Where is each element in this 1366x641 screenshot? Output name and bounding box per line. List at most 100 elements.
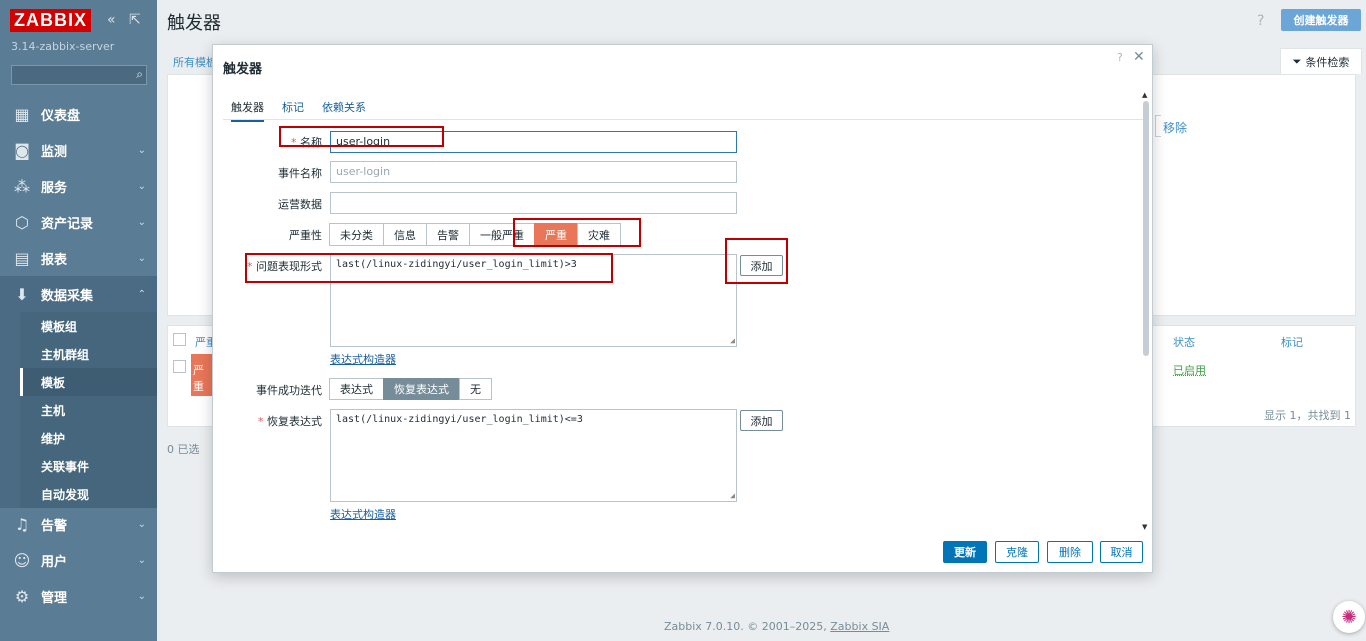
sub-discovery[interactable]: 自动发现 <box>20 480 157 508</box>
severity-not-classified[interactable]: 未分类 <box>329 223 384 246</box>
expression-constructor-link[interactable]: 表达式构造器 <box>330 351 396 367</box>
assistant-brain-icon[interactable]: ✺ <box>1333 601 1365 633</box>
filter-input-edge <box>1155 115 1161 137</box>
nav-data-collection[interactable]: ⬇ 数据采集 ⌃ <box>0 276 157 312</box>
sub-maintenance[interactable]: 维护 <box>20 424 157 452</box>
row-checkbox[interactable] <box>173 360 186 373</box>
nav-label: 报表 <box>41 252 68 268</box>
collapse-sidebar-icon[interactable]: « <box>107 12 116 28</box>
filter-icon: ⏷ <box>1292 54 1302 68</box>
trigger-dialog: 触发器 ? ✕ 触发器 标记 依赖关系 ▲ ▼ * 名称 user-login … <box>212 44 1153 573</box>
select-all-checkbox[interactable] <box>173 333 186 346</box>
breadcrumb[interactable]: 所有模板 <box>173 54 217 70</box>
dialog-scrollbar[interactable]: ▲ ▼ <box>1142 91 1150 535</box>
nav-label: 服务 <box>41 180 68 196</box>
ok-event-recovery-expression[interactable]: 恢复表达式 <box>383 378 460 400</box>
nav-label: 资产记录 <box>41 216 94 232</box>
opdata-input[interactable] <box>330 192 737 214</box>
col-tags: 标记 <box>1281 336 1303 349</box>
tab-dependencies[interactable]: 依赖关系 <box>322 99 366 115</box>
nav-reports[interactable]: ▤ 报表 ⌄ <box>0 240 157 276</box>
nav-alerts[interactable]: ♫ 告警 ⌄ <box>0 506 157 542</box>
event-name-label: 事件名称 <box>278 167 322 180</box>
severity-information[interactable]: 信息 <box>383 223 427 246</box>
highlight-expression-box <box>245 253 613 283</box>
sub-template-groups[interactable]: 模板组 <box>20 312 157 340</box>
dialog-title: 触发器 <box>223 62 263 77</box>
administration-icon: ⚙ <box>14 586 30 606</box>
nav-label: 管理 <box>41 590 68 606</box>
ok-event-label: 事件成功迭代 <box>256 384 322 397</box>
status-enabled-link[interactable]: 已启用 <box>1173 362 1206 378</box>
dialog-help-icon[interactable]: ? <box>1117 51 1123 64</box>
monitoring-icon: ◙ <box>14 140 30 160</box>
highlight-add-box <box>725 238 788 284</box>
recovery-label: * 恢复表达式 <box>258 415 322 428</box>
remove-link[interactable]: 移除 <box>1163 119 1187 136</box>
ok-event-selector: 表达式 恢复表达式 无 <box>329 378 492 400</box>
filter-tab[interactable]: ⏷ 条件检索 <box>1280 48 1362 74</box>
page-header: 触发器 ? 创建触发器 <box>157 0 1366 40</box>
kiosk-mode-icon[interactable]: ⇱ <box>129 12 141 28</box>
tab-tags[interactable]: 标记 <box>282 99 304 115</box>
chevron-down-icon: ⌄ <box>137 590 146 602</box>
nav-label: 告警 <box>41 518 68 534</box>
create-trigger-button[interactable]: 创建触发器 <box>1281 9 1361 31</box>
highlight-severity-box <box>513 218 641 247</box>
selected-count: 0 已选 <box>167 443 200 456</box>
footer-company-link[interactable]: Zabbix SIA <box>830 620 889 633</box>
nav-label: 仪表盘 <box>41 108 81 124</box>
reports-icon: ▤ <box>14 248 30 268</box>
update-button[interactable]: 更新 <box>943 541 987 563</box>
sub-templates[interactable]: 模板 <box>20 368 157 396</box>
sidebar-search-input[interactable]: ⌕ <box>11 65 147 85</box>
scroll-up-icon[interactable]: ▲ <box>1142 91 1147 99</box>
chevron-down-icon: ⌄ <box>137 180 146 192</box>
resize-grip-icon[interactable]: ◢ <box>730 491 735 500</box>
resize-grip-icon[interactable]: ◢ <box>730 336 735 345</box>
cancel-button[interactable]: 取消 <box>1100 541 1143 563</box>
clone-button[interactable]: 克隆 <box>995 541 1039 563</box>
col-status[interactable]: 状态 <box>1173 334 1195 350</box>
scroll-thumb[interactable] <box>1143 101 1149 356</box>
recovery-textarea[interactable]: last(/linux-zidingyi/user_login_limit)<=… <box>330 409 737 502</box>
recovery-add-button[interactable]: 添加 <box>740 410 783 431</box>
scroll-down-icon[interactable]: ▼ <box>1142 523 1147 531</box>
nav-administration[interactable]: ⚙ 管理 ⌄ <box>0 578 157 614</box>
event-name-input[interactable]: user-login <box>330 161 737 183</box>
nav-users[interactable]: ☺ 用户 ⌄ <box>0 542 157 578</box>
footer: Zabbix 7.0.10. © 2001–2025, Zabbix SIA <box>664 620 889 633</box>
severity-label: 严重性 <box>289 229 322 242</box>
sub-event-correlation[interactable]: 关联事件 <box>20 452 157 480</box>
nav-inventory[interactable]: ⬡ 资产记录 ⌄ <box>0 204 157 240</box>
chevron-up-icon: ⌃ <box>137 288 146 300</box>
users-icon: ☺ <box>13 550 31 570</box>
search-icon[interactable]: ⌕ <box>136 67 143 82</box>
sub-hosts[interactable]: 主机 <box>20 396 157 424</box>
submenu-rail <box>0 312 20 508</box>
severity-warning[interactable]: 告警 <box>426 223 470 246</box>
zabbix-logo[interactable]: ZABBIX <box>10 9 91 32</box>
highlight-name-box <box>279 126 444 147</box>
alerts-icon: ♫ <box>14 514 30 534</box>
dashboard-icon: ▦ <box>14 104 30 124</box>
nav-dashboard[interactable]: ▦ 仪表盘 <box>0 96 157 132</box>
ok-event-expression[interactable]: 表达式 <box>329 378 384 400</box>
page-title: 触发器 <box>167 13 221 34</box>
recovery-text: last(/linux-zidingyi/user_login_limit)<=… <box>336 414 583 425</box>
help-icon[interactable]: ? <box>1257 13 1264 29</box>
delete-button[interactable]: 删除 <box>1047 541 1093 563</box>
sub-host-groups[interactable]: 主机群组 <box>20 340 157 368</box>
chevron-down-icon: ⌄ <box>137 554 146 566</box>
chevron-down-icon: ⌄ <box>137 144 146 156</box>
recovery-constructor-link[interactable]: 表达式构造器 <box>330 506 396 522</box>
ok-event-none[interactable]: 无 <box>459 378 492 400</box>
sidebar: ZABBIX « ⇱ 3.14-zabbix-server ⌕ ▦ 仪表盘 ◙ 监测… <box>0 0 157 641</box>
chevron-down-icon: ⌄ <box>137 252 146 264</box>
tab-trigger[interactable]: 触发器 <box>231 99 264 122</box>
nav-monitoring[interactable]: ◙ 监测 ⌄ <box>0 132 157 168</box>
close-icon[interactable]: ✕ <box>1133 49 1145 65</box>
chevron-down-icon: ⌄ <box>137 518 146 530</box>
nav-services[interactable]: ⁂ 服务 ⌄ <box>0 168 157 204</box>
row-severity-badge: 严重 <box>191 354 213 396</box>
